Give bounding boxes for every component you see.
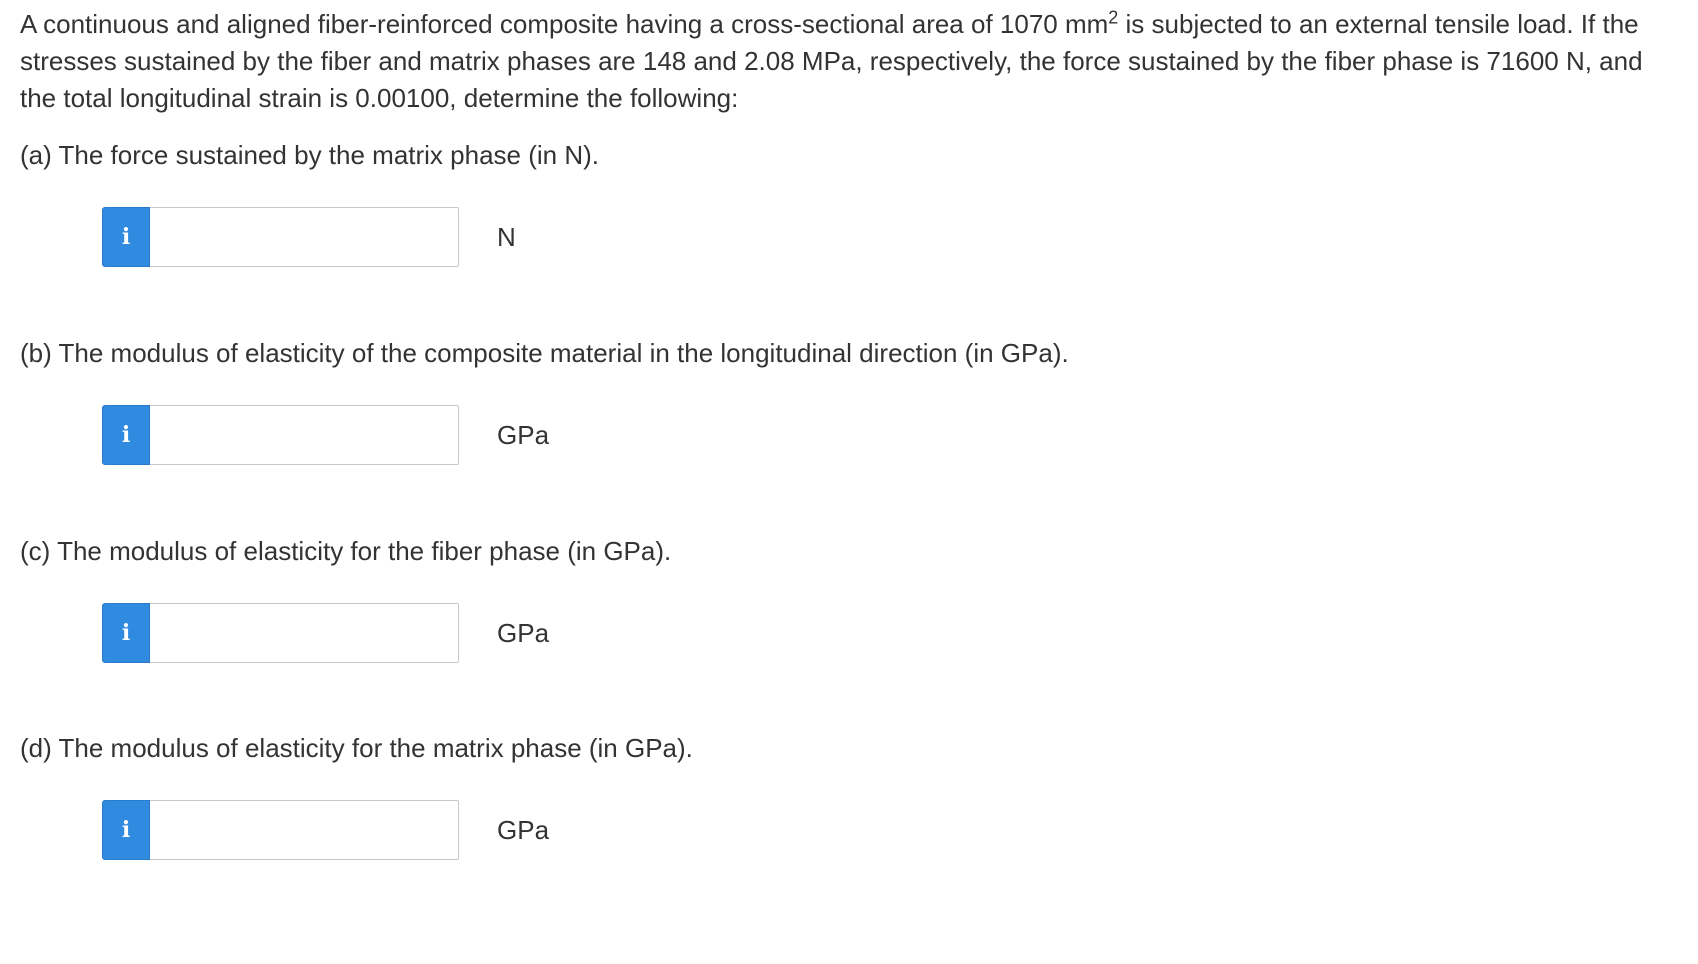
question-d-label: (d) The modulus of elasticity for the ma… bbox=[20, 733, 693, 763]
question-b-label: (b) The modulus of elasticity of the com… bbox=[20, 338, 1069, 368]
answer-input-d[interactable] bbox=[150, 800, 459, 860]
info-button-c[interactable]: i bbox=[102, 603, 150, 663]
unit-label-c: GPa bbox=[497, 618, 550, 648]
answer-input-b[interactable] bbox=[150, 405, 459, 465]
answer-row-b: i GPa bbox=[102, 405, 549, 465]
info-icon: i bbox=[121, 422, 131, 448]
unit-label-b: GPa bbox=[497, 420, 550, 450]
problem-statement: A continuous and aligned fiber-reinforce… bbox=[20, 6, 1685, 117]
unit-label-d: GPa bbox=[497, 815, 550, 845]
info-icon: i bbox=[121, 224, 131, 250]
problem-text-start: A continuous and aligned fiber-reinforce… bbox=[20, 9, 1109, 39]
info-icon: i bbox=[121, 817, 131, 843]
answer-row-c: i GPa bbox=[102, 603, 549, 663]
problem-superscript: 2 bbox=[1108, 7, 1119, 28]
question-c-label: (c) The modulus of elasticity for the fi… bbox=[20, 536, 672, 566]
answer-input-c[interactable] bbox=[150, 603, 459, 663]
answer-row-a: i N bbox=[102, 207, 516, 267]
answer-input-a[interactable] bbox=[150, 207, 459, 267]
unit-label-a: N bbox=[497, 222, 516, 252]
info-button-d[interactable]: i bbox=[102, 800, 150, 860]
info-button-b[interactable]: i bbox=[102, 405, 150, 465]
question-a-label: (a) The force sustained by the matrix ph… bbox=[20, 140, 599, 170]
info-icon: i bbox=[121, 620, 131, 646]
answer-row-d: i GPa bbox=[102, 800, 549, 860]
info-button-a[interactable]: i bbox=[102, 207, 150, 267]
